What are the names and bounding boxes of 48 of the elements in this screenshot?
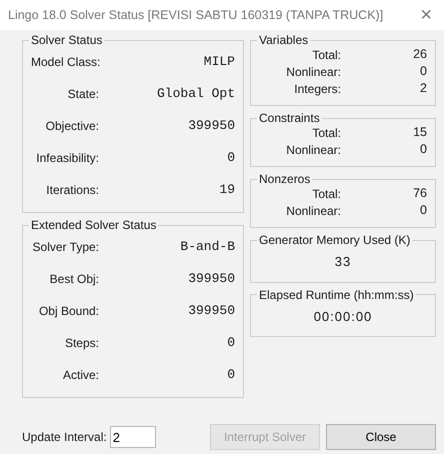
field-value: MILP xyxy=(202,53,235,72)
field-value: 0 xyxy=(226,149,235,168)
field-label: Nonlinear: xyxy=(285,202,341,220)
field-value: 399950 xyxy=(187,270,235,288)
field-label: Iterations: xyxy=(45,182,99,199)
field-value: 399950 xyxy=(187,302,235,320)
field-value: 0 xyxy=(419,202,427,220)
field-value: 00:00:00 xyxy=(312,308,374,326)
field-label: Best Obj: xyxy=(48,271,99,288)
field-label: Steps: xyxy=(64,335,99,352)
field-label: Objective: xyxy=(44,118,99,135)
group-title: Extended Solver Status xyxy=(30,219,158,231)
dialog-button[interactable]: Close xyxy=(326,424,436,450)
field-label: Nonlinear: xyxy=(285,64,341,80)
window-title: Lingo 18.0 Solver Status [REVISI SABTU 160319 (TANPA TRUCK)] xyxy=(8,6,384,24)
field-label: Active: xyxy=(62,367,99,384)
field-label: Total: xyxy=(311,124,341,142)
field-value: 26 xyxy=(412,46,427,64)
group-title: Nonzeros xyxy=(258,173,312,185)
group-title: Generator Memory Used (K) xyxy=(258,234,412,246)
field-value: 0 xyxy=(226,334,235,352)
field-value: 33 xyxy=(334,253,352,271)
field-value: Global Opt xyxy=(156,85,235,104)
field-label: Obj Bound: xyxy=(38,303,99,320)
field-value: 19 xyxy=(218,181,235,200)
field-label: State: xyxy=(66,86,99,103)
field-label: Nonlinear: xyxy=(285,142,341,158)
group-title: Elapsed Runtime (hh:mm:ss) xyxy=(258,288,415,300)
field-label: Solver Type: xyxy=(32,239,99,256)
field-value: 0 xyxy=(419,141,427,158)
field-value: 76 xyxy=(412,185,427,202)
field-label: Model Class: xyxy=(31,54,99,71)
group-title: Solver Status xyxy=(30,34,104,46)
field-value: 399950 xyxy=(187,117,235,136)
close-button[interactable]: × xyxy=(420,5,432,25)
field-value: 0 xyxy=(419,63,427,80)
field-label: Infeasibility: xyxy=(35,150,99,167)
field-value: 0 xyxy=(226,366,235,384)
group-title: Variables xyxy=(258,34,310,46)
field-label: Total: xyxy=(311,186,341,202)
group-title: Constraints xyxy=(258,112,321,124)
field-label: Update Interval: xyxy=(22,429,107,446)
field-value: B-and-B xyxy=(179,238,235,256)
field-label: Integers: xyxy=(293,80,341,98)
interval-field[interactable]: 2 xyxy=(110,426,156,448)
field-label: Total: xyxy=(311,46,341,64)
field-value: 15 xyxy=(412,124,427,142)
field-value: 2 xyxy=(419,80,427,98)
